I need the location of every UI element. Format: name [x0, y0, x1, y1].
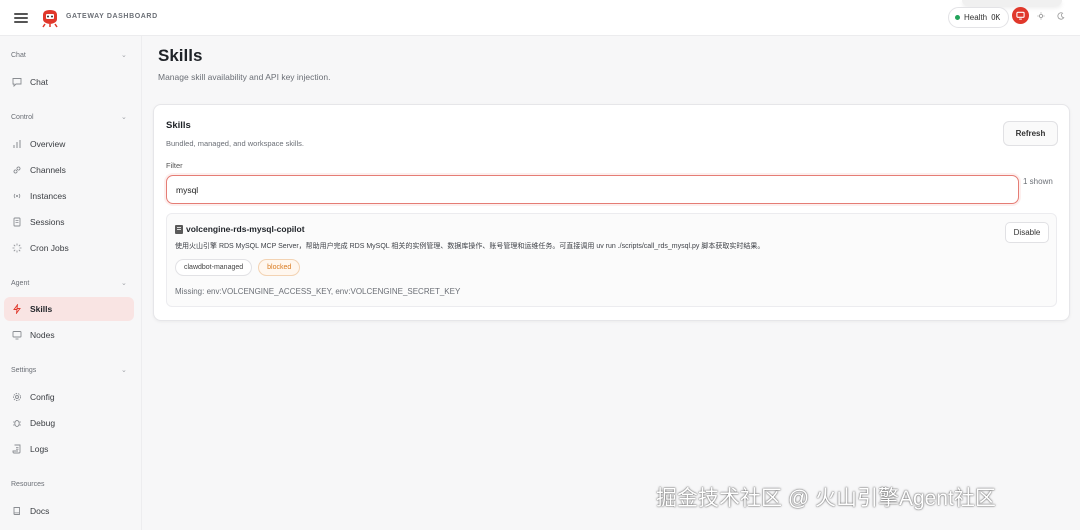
card-subtitle: Bundled, managed, and workspace skills.: [166, 139, 304, 148]
page-title: Skills: [158, 46, 203, 65]
sidebar-item-label: Skills: [30, 304, 53, 314]
health-badge: Health OK: [948, 7, 1010, 28]
scroll-icon: [12, 444, 22, 454]
menu-icon[interactable]: [14, 11, 28, 25]
sidebar-item-instances[interactable]: Instances: [4, 184, 134, 208]
sidebar-item-label: Logs: [30, 444, 49, 454]
missing-env-text: Missing: env:VOLCENGINE_ACCESS_KEY, env:…: [175, 287, 461, 296]
radio-icon: [12, 191, 22, 201]
filter-input[interactable]: [166, 175, 1019, 204]
light-theme-button[interactable]: [1032, 7, 1049, 24]
sidebar-item-debug[interactable]: Debug: [4, 411, 134, 435]
skill-name: volcengine-rds-mysql-copilot: [175, 224, 305, 234]
health-status: OK: [991, 13, 1001, 22]
shown-count: 1 shown: [1023, 177, 1053, 186]
status-badge: blocked: [258, 259, 301, 276]
tooltip-fragment: [962, 0, 1062, 6]
gear-icon: [12, 392, 22, 402]
moon-icon: [1056, 11, 1064, 20]
section-label-settings: Settings: [11, 367, 37, 374]
disable-button[interactable]: Disable: [1005, 222, 1049, 243]
chevron-down-icon[interactable]: ⌄: [121, 113, 127, 121]
monitor-icon: [1016, 11, 1025, 20]
sidebar-item-label: Cron Jobs: [30, 243, 69, 253]
sidebar-item-overview[interactable]: Overview: [4, 132, 134, 156]
sidebar-item-config[interactable]: Config: [4, 385, 134, 409]
chevron-down-icon[interactable]: ⌄: [121, 279, 127, 287]
sidebar-item-sessions[interactable]: Sessions: [4, 210, 134, 234]
theme-switcher: [1012, 7, 1069, 24]
filter-label: Filter: [166, 161, 183, 170]
sidebar: Chat ⌄ Chat Control ⌄ Overview Channels …: [0, 36, 142, 530]
sidebar-item-logs[interactable]: Logs: [4, 437, 134, 461]
page-subtitle: Manage skill availability and API key in…: [158, 72, 331, 82]
section-label-resources: Resources: [11, 481, 45, 488]
logo-icon: [42, 10, 58, 28]
zap-icon: [12, 304, 22, 314]
sidebar-item-nodes[interactable]: Nodes: [4, 323, 134, 347]
chevron-down-icon[interactable]: ⌄: [121, 51, 127, 59]
sidebar-item-skills[interactable]: Skills: [4, 297, 134, 321]
section-label-control: Control: [11, 114, 34, 121]
skill-description: 使用火山引擎 RDS MySQL MCP Server，帮助用户完成 RDS M…: [175, 243, 765, 250]
sidebar-item-label: Nodes: [30, 330, 55, 340]
sidebar-item-channels[interactable]: Channels: [4, 158, 134, 182]
sidebar-item-label: Instances: [30, 191, 67, 201]
watermark: 掘金技术社区 @ 火山引擎Agent社区: [656, 487, 996, 510]
chevron-down-icon[interactable]: ⌄: [121, 366, 127, 374]
list-item: volcengine-rds-mysql-copilot 使用火山引擎 RDS …: [166, 213, 1057, 307]
sidebar-item-label: Config: [30, 392, 55, 402]
monitor-icon: [12, 330, 22, 340]
book-icon: [12, 506, 22, 516]
brand-title: GATEWAY DASHBOARD: [66, 13, 158, 20]
sidebar-item-label: Overview: [30, 139, 66, 149]
link-icon: [12, 165, 22, 175]
sidebar-item-label: Debug: [30, 418, 56, 428]
sun-icon: [1036, 11, 1045, 20]
message-icon: [12, 77, 22, 87]
sidebar-item-label: Sessions: [30, 217, 65, 227]
card-title: Skills: [166, 120, 191, 131]
section-label-agent: Agent: [11, 280, 30, 287]
health-label: Health: [964, 13, 988, 22]
tag-managed: clawdbot-managed: [175, 259, 253, 276]
sidebar-item-chat[interactable]: Chat: [4, 70, 134, 94]
sidebar-item-label: Channels: [30, 165, 66, 175]
system-theme-button[interactable]: [1012, 7, 1029, 24]
sidebar-item-docs[interactable]: Docs: [4, 499, 134, 523]
refresh-button[interactable]: Refresh: [1003, 121, 1058, 146]
bug-icon: [12, 418, 22, 428]
skill-tags: clawdbot-managed blocked: [175, 259, 301, 276]
top-bar: GATEWAY DASHBOARD Health OK: [0, 0, 1080, 36]
section-label-chat: Chat: [11, 52, 26, 59]
book-icon: [175, 224, 183, 234]
dark-theme-button[interactable]: [1052, 7, 1069, 24]
sidebar-item-cron-jobs[interactable]: Cron Jobs: [4, 236, 134, 260]
status-dot-icon: [955, 15, 960, 20]
skills-card: Skills Bundled, managed, and workspace s…: [153, 104, 1070, 321]
loader-icon: [12, 243, 22, 253]
bar-chart-icon: [12, 139, 22, 149]
sidebar-item-label: Chat: [30, 77, 48, 87]
skill-name-text: volcengine-rds-mysql-copilot: [186, 224, 305, 234]
document-icon: [12, 217, 22, 227]
sidebar-item-label: Docs: [30, 506, 50, 516]
